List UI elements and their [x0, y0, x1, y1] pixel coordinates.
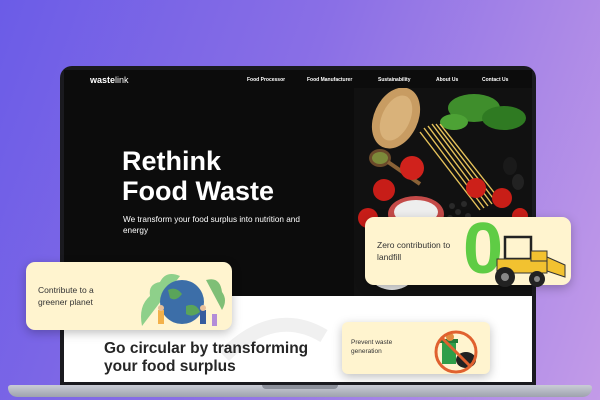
nav-about-us[interactable]: About Us	[436, 77, 458, 83]
section-heading: Go circular by transforming your food su…	[104, 340, 309, 375]
hero-subtitle: We transform your food surplus into nutr…	[123, 215, 300, 235]
nav-food-manufacturer[interactable]: Food Manufacturer	[307, 77, 352, 83]
logo-bold-text: waste	[90, 75, 116, 85]
nav-food-processor[interactable]: Food Processor	[247, 77, 285, 83]
globe-illustration-icon	[141, 274, 225, 326]
nav-sustainability[interactable]: Sustainability	[378, 77, 411, 83]
landfill-text: Zero contribution to landfill	[377, 240, 451, 262]
tractor-icon	[495, 235, 566, 287]
greener-planet-text: Contribute to a greener planet	[38, 285, 94, 307]
landfill-card: Zero contribution to landfill 0	[365, 209, 571, 289]
hero-title-line1: Rethink	[122, 146, 222, 176]
prevent-waste-card: Prevent waste generation	[342, 322, 490, 374]
wastelink-logo[interactable]: wastelink	[90, 75, 129, 85]
laptop-notch	[262, 385, 338, 389]
nav-contact-us[interactable]: Contact Us	[482, 77, 508, 83]
prevent-waste-text: Prevent waste generation	[351, 339, 393, 355]
no-trash-icon	[434, 330, 478, 374]
logo-thin-text: link	[115, 75, 129, 85]
greener-planet-card: Contribute to a greener planet	[26, 262, 232, 330]
hero-title: Rethink Food Waste	[122, 146, 362, 206]
hero-title-line2: Food Waste	[122, 176, 274, 206]
top-navbar: wastelink Food Processor Food Manufactur…	[64, 70, 532, 90]
